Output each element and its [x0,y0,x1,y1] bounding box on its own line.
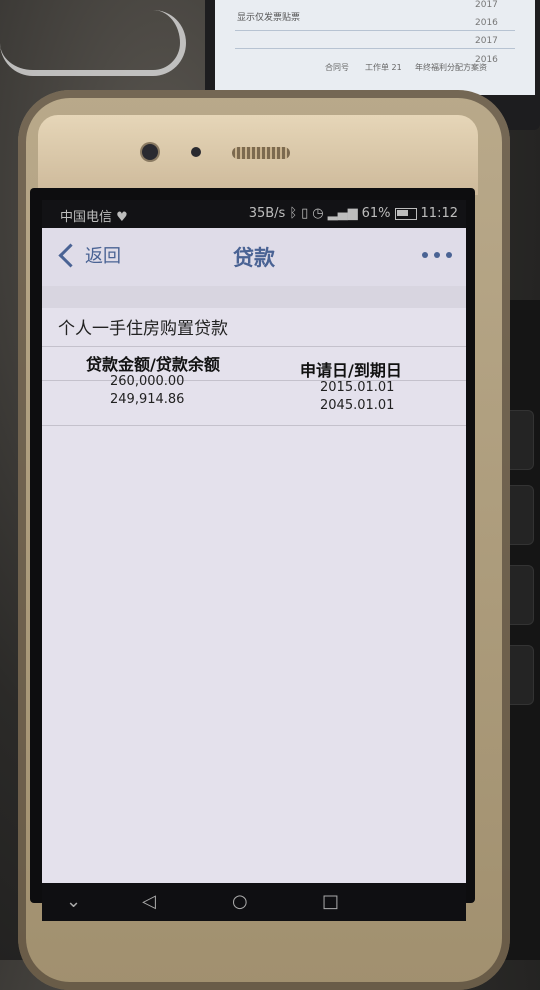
status-right: 35B/s ᛒ ▯ ◷ ▂▄▆ 61% 11:12 [249,206,458,221]
app-screen: 返回 贷款 个人一手住房购置贷款 贷款金额/贷款余额 申请日/到期日 260,0… [42,228,466,883]
battery-percent: 61% [361,206,391,221]
alarm-icon: ◷ [312,206,324,221]
header-amount: 贷款金额/贷款余额 [86,355,220,374]
more-button[interactable] [422,252,452,258]
monitor-footer: 年终福利分配方案资 [415,63,487,72]
loan-balance: 249,914.86 [110,392,185,407]
apply-date: 2015.01.01 [320,380,395,395]
vibrate-icon: ▯ [301,206,309,221]
heart-icon: ♥ [112,210,128,225]
net-speed: 35B/s [248,206,286,221]
more-dots-icon [422,252,428,258]
cable [0,10,186,76]
header-dates: 申请日/到期日 [300,361,402,380]
signal-icon: ▂▄▆ [327,206,358,221]
home-circle-icon[interactable]: ○ [232,891,248,912]
more-dots-icon [434,252,440,258]
loan-title: 个人一手住房购置贷款 [58,319,228,339]
recents-square-icon[interactable]: □ [322,891,339,912]
back-triangle-icon[interactable]: ◁ [142,891,156,912]
status-bar: 中国电信 ♥ 35B/s ᛒ ▯ ◷ ▂▄▆ 61% 11:12 [42,200,466,228]
chevron-down-icon[interactable]: ⌄ [66,891,81,912]
monitor-year: 2017 [475,36,498,46]
monitor-footer: 工作单 21 [365,63,402,72]
more-dots-icon [446,252,452,258]
front-camera [142,144,158,160]
monitor-year: 2017 [475,0,498,10]
monitor-footer: 合同号 [325,63,349,72]
page-title: 贷款 [233,246,275,270]
section-spacer [42,286,466,308]
system-nav-bar: ⌄ ◁ ○ □ [42,883,466,921]
earpiece-speaker [232,147,290,159]
nav-bar: 返回 贷款 [42,228,466,287]
table-header: 贷款金额/贷款余额 申请日/到期日 [42,346,466,381]
battery-icon [394,207,417,220]
monitor-checkbox-label: 显示仅发票贴票 [237,13,301,23]
monitor-year: 2016 [475,18,498,28]
row-divider [42,425,466,426]
monitor-screen: 显示仅发票贴票 2017 2016 2017 2016 合同号 工作单 21 年… [215,0,535,95]
sensor [191,147,201,157]
loan-amount: 260,000.00 [110,374,185,389]
due-date: 2045.01.01 [320,398,395,413]
clock: 11:12 [420,206,458,221]
carrier: 中国电信 ♥ [60,210,128,225]
bluetooth-icon: ᛒ [289,206,298,221]
